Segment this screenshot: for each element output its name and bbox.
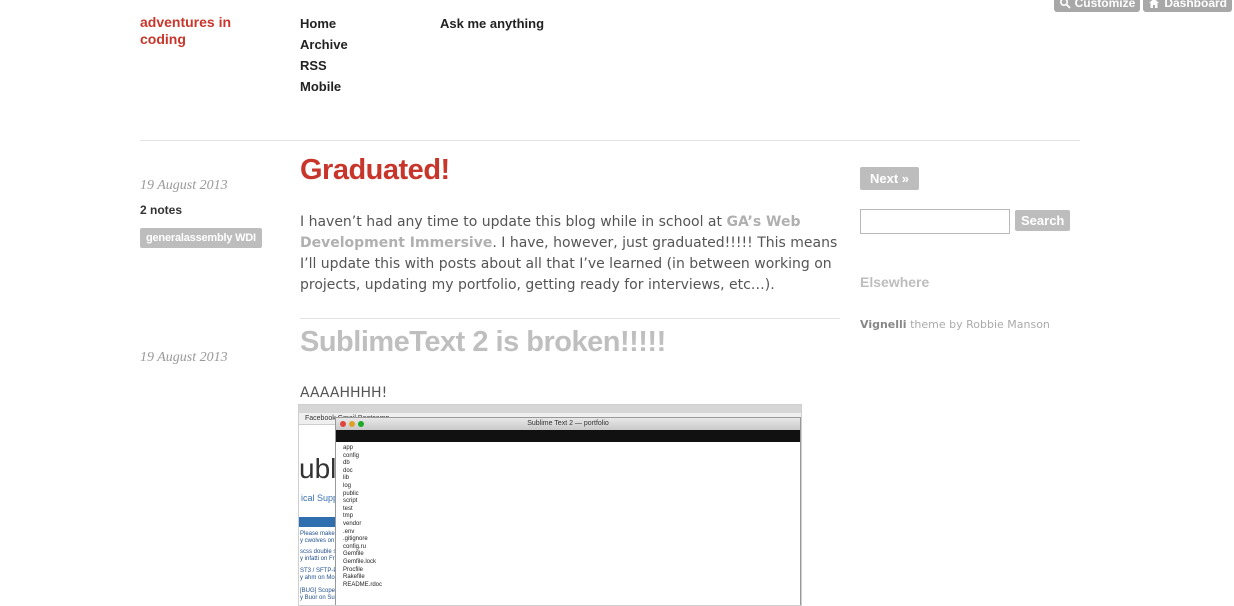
nav-ask-link[interactable]: Ask me anything (440, 13, 544, 34)
file-list-item: config (343, 452, 360, 459)
file-list-item: log (343, 482, 352, 489)
file-list-item: .gitignore (343, 536, 368, 543)
elsewhere-heading: Elsewhere (860, 274, 930, 290)
post-image[interactable]: Facebook Gmail Bootcamp ... ubl ical Sup… (298, 404, 802, 606)
file-list-item: script (343, 498, 358, 505)
post-body-text: I haven’t had any time to update this bl… (300, 214, 727, 230)
forum-thread: ST3 / SFTP-P (300, 568, 338, 574)
file-list-item: .env (343, 528, 355, 535)
dashboard-label: Dashboard (1164, 0, 1227, 10)
file-list-item: lib (343, 475, 350, 482)
post-tag[interactable]: generalassembly WDI (140, 228, 262, 248)
customize-button[interactable]: Customize (1053, 0, 1141, 12)
forum-thread: y cwolves on T (300, 538, 340, 544)
theme-credit-text: theme by Robbie Manson (906, 318, 1050, 331)
zoom-dot-icon (358, 421, 364, 427)
header-divider (140, 140, 1080, 141)
file-list-item: vendor (343, 520, 362, 527)
sublime-title-bar: Sublime Text 2 — portfolio (336, 418, 800, 430)
home-icon (1149, 0, 1160, 8)
forum-thread: Please make (300, 531, 335, 537)
post-body-text: AAAAHHHH! (300, 385, 388, 401)
post-notes-count[interactable]: 2 notes (140, 203, 182, 217)
post-title[interactable]: Graduated! (300, 154, 450, 187)
file-list-item: config.ru (343, 543, 367, 550)
nav-secondary: Ask me anything (440, 13, 544, 34)
file-list-item: Gemfile (343, 551, 364, 558)
file-list-item: doc (343, 467, 353, 474)
sublime-window-title: Sublime Text 2 — portfolio (527, 420, 609, 427)
post-date[interactable]: 19 August 2013 (140, 178, 228, 194)
browser-address-bar (299, 405, 801, 413)
window-traffic-lights (340, 421, 364, 427)
theme-name-link[interactable]: Vignelli (860, 318, 907, 331)
nav-mobile-link[interactable]: Mobile (300, 76, 348, 97)
theme-credit: Vignelli theme by Robbie Manson (860, 318, 1050, 331)
customize-label: Customize (1074, 0, 1136, 10)
nav-archive-link[interactable]: Archive (300, 34, 348, 55)
post-title[interactable]: SublimeText 2 is broken!!!!! (300, 326, 666, 359)
forum-thread: scss double s (300, 549, 337, 555)
file-list-item: tmp (343, 513, 354, 520)
close-dot-icon (340, 421, 346, 427)
forum-thread: [BUG] Scope t (300, 588, 339, 594)
file-list-item: Procfile (343, 566, 364, 573)
tumblr-controls: Customize Dashboard (1053, 0, 1232, 12)
post-date[interactable]: 19 August 2013 (140, 350, 228, 366)
post-divider (300, 318, 840, 319)
sublime-window: Sublime Text 2 — portfolio app config db do… (335, 417, 801, 605)
file-list-item: test (343, 505, 353, 512)
file-list-item: README.rdoc (343, 581, 383, 588)
search-button[interactable]: Search (1015, 210, 1071, 231)
search-icon (1059, 0, 1071, 9)
file-list-item: Rakefile (343, 574, 365, 581)
forum-logo-text: ubl (299, 453, 337, 484)
file-list-item: db (343, 460, 350, 467)
nav-rss-link[interactable]: RSS (300, 55, 348, 76)
sublime-file-list: app config db doc lib log public script test tmp v… (336, 442, 800, 589)
sublime-tab-bar (336, 430, 800, 442)
forum-subtitle: ical Supp (301, 493, 339, 503)
search-input[interactable] (860, 209, 1010, 234)
file-list-item: public (343, 490, 359, 497)
nav-primary: Home Archive RSS Mobile (300, 13, 348, 97)
post-body: I haven’t had any time to update this bl… (300, 212, 840, 296)
nav-home-link[interactable]: Home (300, 13, 348, 34)
minimize-dot-icon (349, 421, 355, 427)
file-list-item: Gemfile.lock (343, 558, 377, 565)
file-list-item: app (343, 445, 354, 451)
dashboard-button[interactable]: Dashboard (1143, 0, 1232, 12)
blog-title[interactable]: adventures in coding (140, 14, 260, 48)
next-page-button[interactable]: Next » (860, 167, 920, 190)
